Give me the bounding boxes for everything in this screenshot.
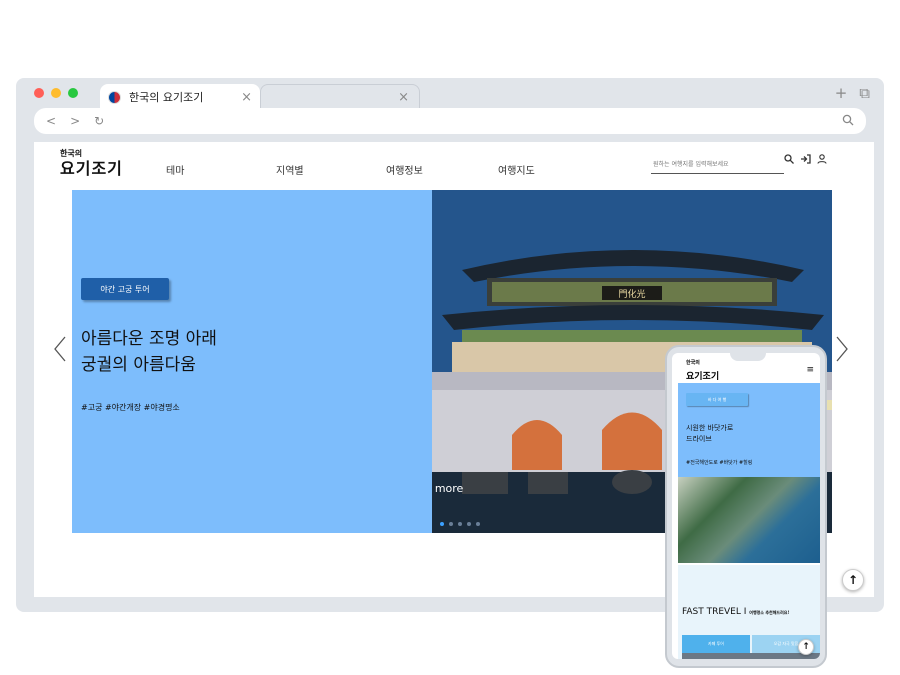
address-bar[interactable]: < > ↻: [34, 108, 866, 134]
slide-dot[interactable]: [467, 522, 471, 526]
hero-category-badge[interactable]: 야간 고궁 투어: [81, 278, 169, 300]
site-logo[interactable]: 한국의 요기조기: [60, 150, 123, 177]
nav-item-travel-info[interactable]: 여행정보: [386, 162, 498, 177]
mobile-section-title: FAST TREVEL I 여행명소 추천해드려요!: [682, 607, 789, 617]
main-nav: 테마 지역별 여행정보 여행지도: [166, 162, 535, 177]
mobile-headline-line2: 드라이브: [686, 435, 712, 443]
korea-flag-icon: [108, 90, 121, 104]
new-tab-button[interactable]: +: [835, 84, 848, 102]
slide-dot[interactable]: [476, 522, 480, 526]
mobile-logo-small: 한국의: [686, 360, 700, 366]
nav-item-theme[interactable]: 테마: [166, 162, 276, 177]
nav-item-region[interactable]: 지역별: [276, 162, 386, 177]
mobile-logo-big: 요기조기: [686, 372, 720, 382]
mobile-scroll-top-button[interactable]: ↑: [798, 639, 814, 655]
login-icon[interactable]: [800, 154, 811, 167]
browser-tab-inactive[interactable]: ×: [260, 84, 420, 110]
close-window-button[interactable]: [34, 88, 44, 98]
nav-item-travel-map[interactable]: 여행지도: [498, 162, 535, 177]
restore-icon[interactable]: ⧉: [859, 84, 870, 102]
gate-sign-text: 門化光: [618, 288, 645, 300]
tab-cafe-tour[interactable]: 카페 투어: [682, 635, 750, 653]
hero-text-panel: 야간 고궁 투어 아름다운 조명 아래 궁궐의 아름다움 #고궁 #야간개장 #…: [72, 190, 432, 533]
slide-pagination: [440, 522, 480, 526]
view-more-link[interactable]: view more: [432, 482, 463, 495]
window-controls: [34, 88, 78, 98]
mobile-hero: 바 다 여 행 시원한 바닷가로 드라이브 #전국해안도로 #바닷가 #힐링: [678, 383, 820, 477]
mobile-screen: 한국의 요기조기 ≡ 바 다 여 행 시원한 바닷가로 드라이브 #전국해안도로…: [672, 353, 820, 659]
logo-small-text: 한국의: [60, 149, 83, 158]
logo-big-text: 요기조기: [60, 159, 123, 178]
fast-travel-title: FAST TREVEL I: [682, 607, 747, 617]
search-input[interactable]: 원하는 여행지를 입력해보세요: [651, 154, 784, 174]
scroll-top-button[interactable]: ↑: [842, 569, 864, 591]
slide-dot[interactable]: [458, 522, 462, 526]
mobile-mockup: 한국의 요기조기 ≡ 바 다 여 행 시원한 바닷가로 드라이브 #전국해안도로…: [665, 345, 827, 668]
close-tab-icon[interactable]: ×: [241, 90, 252, 105]
hero-headline-line2: 궁궐의 아름다움: [81, 355, 196, 375]
hero-headline: 아름다운 조명 아래 궁궐의 아름다움: [81, 326, 217, 378]
site-header: 한국의 요기조기 테마 지역별 여행정보 여행지도 원하는 여행지를 입력해보세…: [34, 142, 874, 190]
hero-headline-line1: 아름다운 조명 아래: [81, 329, 217, 349]
minimize-window-button[interactable]: [51, 88, 61, 98]
mobile-category-badge[interactable]: 바 다 여 행: [686, 393, 748, 406]
maximize-window-button[interactable]: [68, 88, 78, 98]
slide-dot-active[interactable]: [440, 522, 444, 526]
phone-notch: [730, 353, 766, 361]
user-icon[interactable]: [817, 154, 827, 167]
close-tab-icon[interactable]: ×: [398, 90, 409, 105]
header-icons: [784, 154, 827, 167]
forward-icon[interactable]: >: [70, 114, 80, 128]
mobile-headline: 시원한 바닷가로 드라이브: [686, 423, 733, 445]
reload-icon[interactable]: ↻: [94, 114, 104, 128]
mobile-headline-line1: 시원한 바닷가로: [686, 424, 734, 432]
mobile-coast-photo: [678, 477, 820, 563]
slide-next-icon[interactable]: [836, 336, 848, 368]
mobile-tags: #전국해안도로 #바닷가 #힐링: [686, 460, 753, 466]
browser-actions: + ⧉: [835, 84, 870, 102]
fast-travel-subtitle: 여행명소 추천해드려요!: [749, 610, 790, 615]
arrow-up-icon: ↑: [847, 573, 859, 587]
hero-tags: #고궁 #야간개장 #야경명소: [81, 403, 180, 412]
mobile-logo[interactable]: 한국의 요기조기: [686, 361, 719, 382]
slide-dot[interactable]: [449, 522, 453, 526]
hamburger-menu-icon[interactable]: ≡: [806, 365, 814, 375]
browser-tab-active[interactable]: 한국의 요기조기 ×: [100, 84, 260, 110]
mobile-thumbnail-strip: [682, 653, 820, 659]
search-icon[interactable]: [842, 114, 854, 129]
arrow-up-icon: ↑: [802, 642, 810, 652]
tab-title: 한국의 요기조기: [129, 91, 204, 104]
search-icon[interactable]: [784, 154, 794, 167]
slide-prev-icon[interactable]: [54, 336, 66, 368]
back-icon[interactable]: <: [46, 114, 56, 128]
